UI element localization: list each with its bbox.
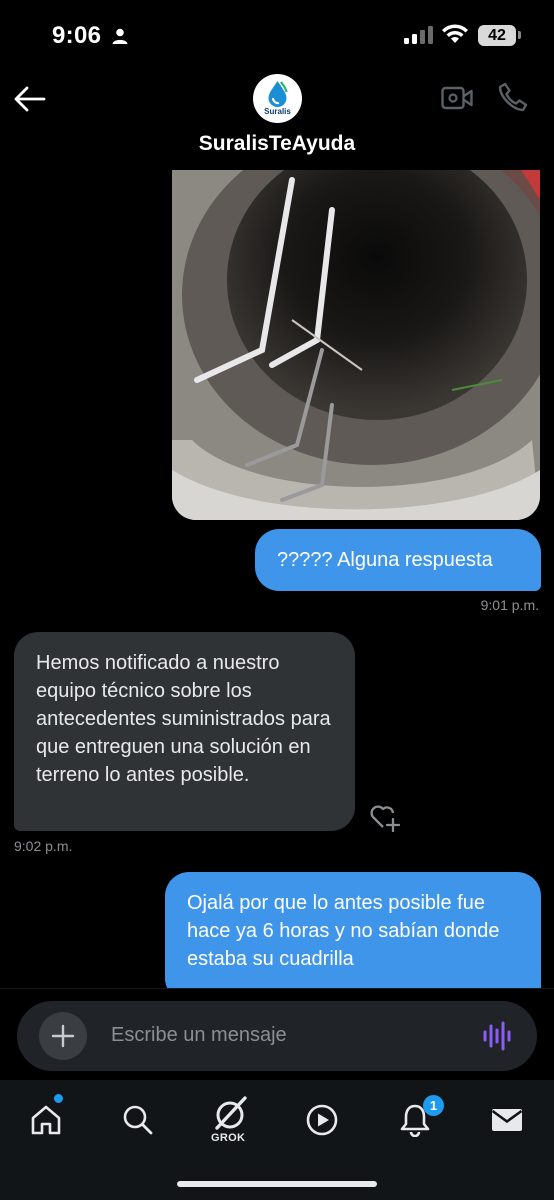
avatar[interactable]: Suralis	[253, 74, 302, 123]
mail-icon	[491, 1109, 523, 1131]
wifi-icon	[442, 24, 468, 43]
grok-label: GROK	[211, 1132, 246, 1144]
nav-video[interactable]	[300, 1098, 344, 1142]
status-bar: 9:06 42	[0, 0, 554, 72]
home-icon	[31, 1105, 61, 1135]
nav-home[interactable]	[24, 1098, 68, 1142]
add-attachment-button[interactable]	[39, 1012, 87, 1060]
nav-grok[interactable]	[209, 1092, 253, 1136]
battery-tip	[518, 31, 521, 39]
incoming-message[interactable]: Hemos notificado a nuestro equipo técnic…	[14, 632, 355, 831]
message-composer[interactable]: Escribe un mensaje	[17, 1001, 537, 1071]
plus-icon	[51, 1024, 75, 1048]
voice-message-icon[interactable]	[483, 1021, 511, 1051]
person-icon	[112, 28, 128, 44]
phone-call-icon[interactable]	[498, 82, 528, 112]
avatar-brand-text: Suralis	[264, 107, 291, 116]
video-call-icon[interactable]	[441, 85, 473, 111]
message-timestamp: 9:02 p.m.	[14, 838, 73, 854]
message-timestamp: 9:01 p.m.	[480, 597, 539, 613]
grok-icon	[215, 1096, 247, 1130]
outgoing-message[interactable]: Ojalá por que lo antes posible fue hace …	[165, 872, 541, 988]
photo-manhole-image	[172, 170, 540, 520]
home-indicator[interactable]	[177, 1181, 377, 1187]
composer-bar: Escribe un mensaje	[0, 988, 554, 1080]
cellular-signal-icon	[404, 26, 433, 44]
battery-indicator: 42	[478, 25, 516, 46]
status-time: 9:06	[52, 22, 102, 49]
conversation-title[interactable]: SuralisTeAyuda	[0, 132, 554, 156]
message-list[interactable]: ????? Alguna respuesta 9:01 p.m. Hemos n…	[0, 170, 554, 988]
search-icon	[123, 1105, 153, 1135]
home-notification-dot	[54, 1094, 63, 1103]
outgoing-message[interactable]: ????? Alguna respuesta	[255, 529, 541, 591]
notifications-badge: 1	[423, 1095, 444, 1116]
back-arrow-icon[interactable]	[14, 86, 46, 112]
attached-photo[interactable]	[172, 170, 540, 520]
add-reaction-heart-icon[interactable]	[369, 802, 401, 832]
play-circle-icon	[306, 1104, 338, 1136]
nav-messages[interactable]	[485, 1098, 529, 1142]
message-input-placeholder[interactable]: Escribe un mensaje	[111, 1024, 287, 1047]
conversation-header: Suralis SuralisTeAyuda	[0, 72, 554, 170]
bottom-navigation: GROK 1	[0, 1080, 554, 1200]
nav-search[interactable]	[116, 1098, 160, 1142]
